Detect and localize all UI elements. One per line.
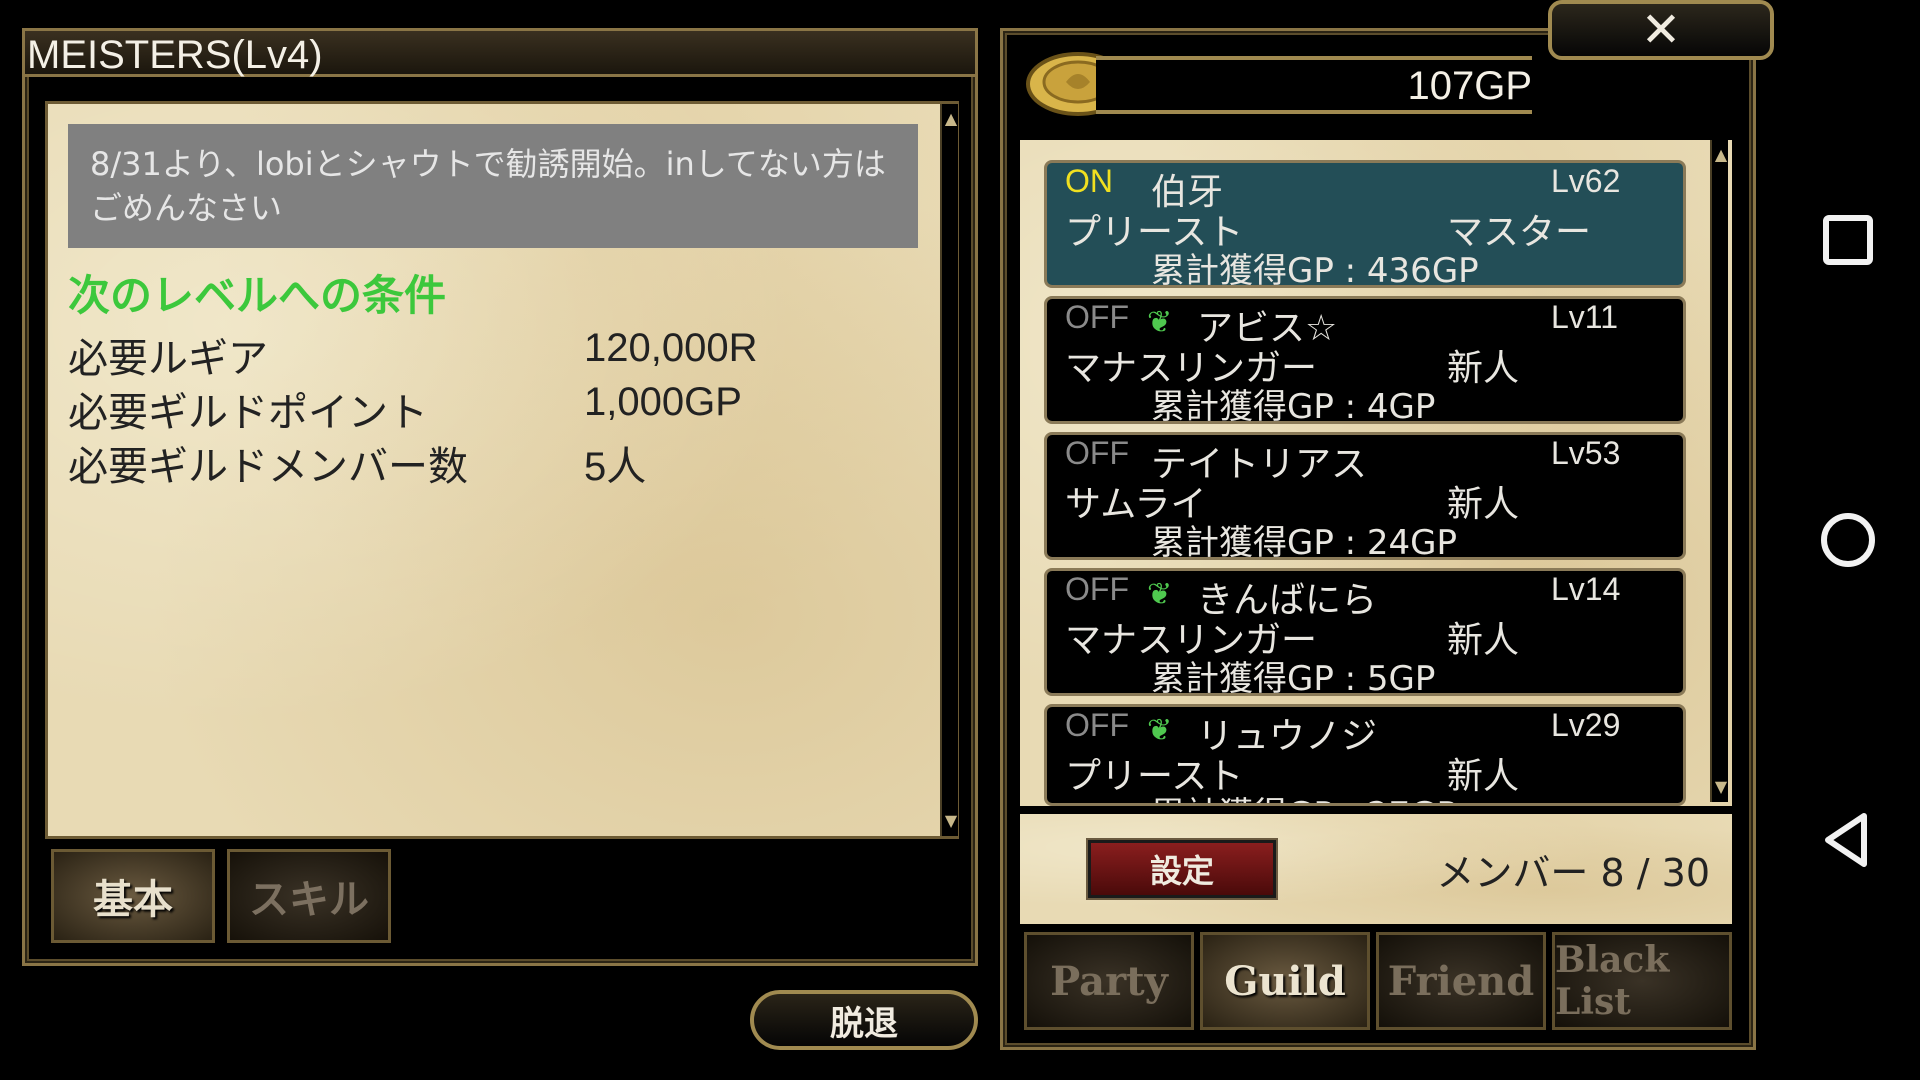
member-card[interactable]: ON 伯牙 Lv62 プリースト マスター 累計獲得GP : 436GP <box>1044 160 1686 288</box>
member-total-gp: 累計獲得GP : 4GP <box>1151 387 1436 424</box>
member-card[interactable]: OFF ❦ きんばにら Lv14 マナスリンガー 新人 累計獲得GP : 5GP <box>1044 568 1686 696</box>
guild-notice: 8/31より、lobiとシャウトで勧誘開始。inしてない方はごめんなさい <box>68 124 918 248</box>
member-rank: 新人 <box>1447 756 1520 797</box>
scroll-up-icon[interactable]: ▲ <box>944 106 958 132</box>
tab-guild[interactable]: Guild <box>1200 932 1370 1030</box>
required-guild-points-value: 1,000GP <box>584 380 742 424</box>
circle-home-icon[interactable] <box>1812 504 1884 576</box>
member-list: ON 伯牙 Lv62 プリースト マスター 累計獲得GP : 436GP OFF… <box>1020 140 1732 806</box>
member-total-gp: 累計獲得GP : 5GP <box>1151 659 1436 696</box>
guild-title: MEISTERS(Lv4) <box>27 33 323 77</box>
member-rank: 新人 <box>1447 484 1520 525</box>
tab-black-list[interactable]: Black List <box>1552 932 1732 1030</box>
scroll-down-icon[interactable]: ▼ <box>1714 774 1728 800</box>
required-member-count-label: 必要ギルドメンバー数 <box>68 444 468 490</box>
guild-info-content: 8/31より、lobiとシャウトで勧誘開始。inしてない方はごめんなさい 次のレ… <box>45 101 959 839</box>
sprout-icon: ❦ <box>1147 577 1173 612</box>
member-count: メンバー 8 / 30 <box>1436 851 1710 895</box>
member-total-gp: 累計獲得GP : 27GP <box>1151 787 1457 803</box>
member-card[interactable]: OFF ❦ リュウノジ Lv29 プリースト 新人 累計獲得GP : 27GP <box>1044 704 1686 806</box>
scroll-down-icon[interactable]: ▼ <box>944 808 958 834</box>
guild-points-value: 107GP <box>1407 64 1532 108</box>
required-rugia-value: 120,000R <box>584 326 758 370</box>
leave-guild-button[interactable]: 脱退 <box>750 990 978 1050</box>
sprout-icon: ❦ <box>1147 305 1173 340</box>
member-rank: 新人 <box>1447 348 1520 389</box>
member-level: Lv14 <box>1551 571 1621 607</box>
member-level: Lv53 <box>1551 435 1621 471</box>
info-scrollbar[interactable]: ▲ ▼ <box>940 104 958 836</box>
member-level: Lv29 <box>1551 707 1621 743</box>
member-rank: 新人 <box>1447 620 1520 661</box>
member-list-footer: 設定 メンバー 8 / 30 <box>1020 814 1732 924</box>
tab-skill[interactable]: スキル <box>227 849 391 943</box>
settings-button[interactable]: 設定 <box>1086 838 1278 900</box>
guild-info-panel: MEISTERS(Lv4) 8/31より、lobiとシャウトで勧誘開始。inして… <box>22 28 978 966</box>
tab-party[interactable]: Party <box>1024 932 1194 1030</box>
member-status: OFF <box>1065 435 1129 471</box>
member-status: OFF <box>1065 299 1129 335</box>
guild-title-bar: MEISTERS(Lv4) <box>25 31 975 77</box>
required-rugia-label: 必要ルギア <box>68 336 268 382</box>
required-guild-points-label: 必要ギルドポイント <box>68 390 428 436</box>
scroll-up-icon[interactable]: ▲ <box>1714 142 1728 168</box>
triangle-back-icon[interactable] <box>1812 804 1884 876</box>
member-status: OFF <box>1065 571 1129 607</box>
member-list-scrollbar[interactable]: ▲ ▼ <box>1710 140 1728 802</box>
member-level: Lv11 <box>1551 299 1619 335</box>
member-card[interactable]: OFF ❦ アビス☆ Lv11 マナスリンガー 新人 累計獲得GP : 4GP <box>1044 296 1686 424</box>
member-card[interactable]: OFF テイトリアス Lv53 サムライ 新人 累計獲得GP : 24GP <box>1044 432 1686 560</box>
sprout-icon: ❦ <box>1147 713 1173 748</box>
member-status: OFF <box>1065 707 1129 743</box>
close-button[interactable]: ✕ <box>1548 0 1774 60</box>
member-level: Lv62 <box>1551 163 1621 199</box>
member-total-gp: 累計獲得GP : 24GP <box>1151 523 1458 560</box>
required-member-count-value: 5人 <box>584 445 647 489</box>
tab-friend[interactable]: Friend <box>1376 932 1546 1030</box>
next-level-condition-heading: 次のレベルへの条件 <box>68 271 447 320</box>
member-total-gp: 累計獲得GP : 436GP <box>1151 251 1479 288</box>
square-recents-icon[interactable] <box>1812 204 1884 276</box>
tab-basic[interactable]: 基本 <box>51 849 215 943</box>
guild-points-bar: 107GP <box>1096 56 1532 114</box>
member-status: ON <box>1065 163 1113 199</box>
